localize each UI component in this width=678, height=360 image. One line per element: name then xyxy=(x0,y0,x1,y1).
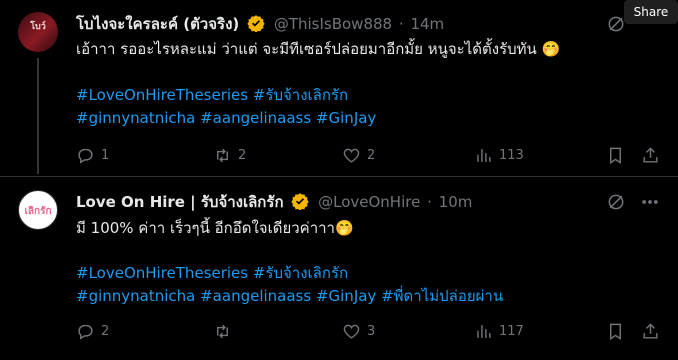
reply-button[interactable]: 2 xyxy=(76,320,109,342)
view-count: 113 xyxy=(499,147,524,163)
tweet-header: โบไงจะใครละค์ (ตัวจริง) @ThisIsBow888 · … xyxy=(76,13,444,35)
like-button[interactable]: 3 xyxy=(342,320,375,342)
avatar-label: เลิกรัก xyxy=(24,206,52,217)
hashtags-line-1[interactable]: #LoveOnHireTheseries #รับจ้างเลิกรัก xyxy=(76,84,348,107)
hashtags-line-1[interactable]: #LoveOnHireTheseries #รับจ้างเลิกรัก xyxy=(76,262,348,285)
reply-icon xyxy=(78,324,93,339)
reply-count: 1 xyxy=(101,147,110,163)
share-post-button[interactable] xyxy=(641,320,660,342)
view-count: 117 xyxy=(499,323,524,339)
timestamp[interactable]: 14m xyxy=(410,15,444,33)
share-post-button[interactable] xyxy=(641,144,660,166)
user-handle[interactable]: @ThisIsBow888 xyxy=(274,15,392,33)
heart-icon xyxy=(343,148,360,163)
tweet-actions: 1 2 2 113 xyxy=(76,144,660,166)
display-name[interactable]: Love On Hire | รับจ้างเลิกรัก xyxy=(76,193,284,211)
repost-icon xyxy=(217,324,228,338)
share-icon xyxy=(643,322,658,339)
avatar-label: โบว์ xyxy=(30,22,46,32)
repost-icon xyxy=(217,148,228,162)
like-count: 2 xyxy=(367,147,376,163)
verified-badge-icon xyxy=(247,14,265,38)
bookmark-icon xyxy=(610,147,621,164)
tweet-text: มี 100% ค่าา เร็วๆนี้ อีกอึดใจเดียวค่าาา… xyxy=(76,219,354,237)
bookmark-button[interactable] xyxy=(606,144,625,166)
grok-icon[interactable] xyxy=(606,192,628,214)
views-icon xyxy=(477,148,491,162)
more-options-icon[interactable] xyxy=(640,192,662,214)
thread-line xyxy=(37,58,39,174)
grok-icon[interactable] xyxy=(606,14,628,36)
bookmark-icon xyxy=(610,323,621,340)
hashtags-line-2[interactable]: #ginnynatnicha #aangelinaass #GinJay #พี… xyxy=(76,285,503,308)
share-icon xyxy=(643,146,658,163)
heart-icon xyxy=(343,324,360,339)
timestamp[interactable]: 10m xyxy=(439,193,473,211)
avatar[interactable]: โบว์ xyxy=(18,12,58,52)
tweet-header: Love On Hire | รับจ้างเลิกรัก @LoveOnHir… xyxy=(76,191,472,213)
verified-badge-icon xyxy=(291,192,310,216)
repost-button[interactable] xyxy=(213,320,238,342)
tweet-1[interactable]: โบว์ โบไงจะใครละค์ (ตัวจริง) @ThisIsBow8… xyxy=(0,0,678,176)
display-name[interactable]: โบไงจะใครละค์ (ตัวจริง) xyxy=(76,15,239,33)
tweet-text: เอ้าาา รออะไรหละแม่ ว่าแต่ จะมีทีเซอร์ปล… xyxy=(76,40,561,58)
tweet-2[interactable]: เลิกรัก Love On Hire | รับจ้างเลิกรัก @L… xyxy=(0,177,678,360)
repost-button[interactable]: 2 xyxy=(213,144,246,166)
separator-dot: · xyxy=(398,15,404,33)
like-count: 3 xyxy=(367,323,376,339)
repost-count: 2 xyxy=(238,147,247,163)
reply-button[interactable]: 1 xyxy=(76,144,109,166)
separator-dot: · xyxy=(427,193,432,211)
tweet-actions: 2 3 117 xyxy=(76,320,660,342)
hashtags-line-2[interactable]: #ginnynatnicha #aangelinaass #GinJay xyxy=(76,107,376,130)
views-icon xyxy=(477,324,491,338)
avatar[interactable]: เลิกรัก xyxy=(18,190,58,230)
reply-icon xyxy=(78,148,93,163)
like-button[interactable]: 2 xyxy=(342,144,375,166)
user-handle[interactable]: @LoveOnHire xyxy=(318,193,420,211)
views-button[interactable]: 117 xyxy=(474,320,524,342)
reply-count: 2 xyxy=(101,323,110,339)
views-button[interactable]: 113 xyxy=(474,144,524,166)
bookmark-button[interactable] xyxy=(606,320,625,342)
